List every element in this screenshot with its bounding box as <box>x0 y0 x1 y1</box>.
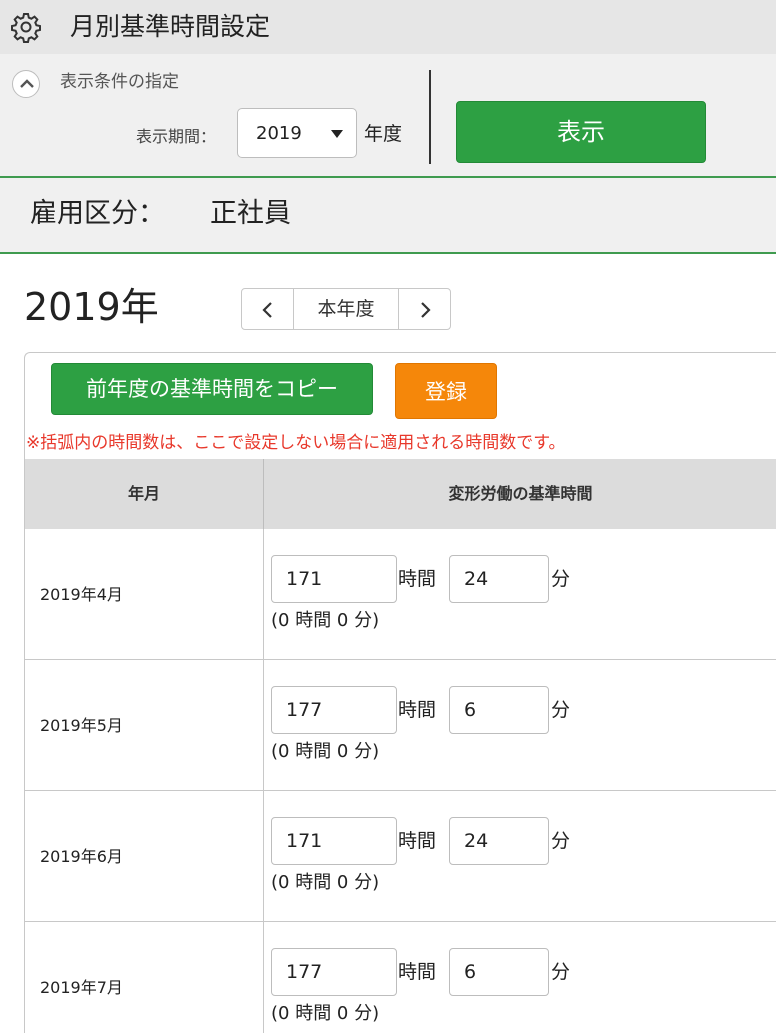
copy-previous-year-button[interactable]: 前年度の基準時間をコピー <box>51 363 373 415</box>
year-navigation: 本年度 <box>241 288 451 330</box>
minutes-input[interactable]: 24 <box>449 817 549 865</box>
title-bar: 月別基準時間設定 <box>0 0 776 54</box>
standard-time-cell: 177 時間 6 分 (0 時間 0 分) <box>263 922 776 1033</box>
dropdown-arrow-icon <box>331 130 343 138</box>
table-row: 2019年4月 171 時間 24 分 (0 時間 0 分) <box>25 529 776 660</box>
default-time-text: (0 時間 0 分) <box>271 1003 380 1024</box>
note-text: ※括弧内の時間数は、ここで設定しない場合に適用される時間数です。 <box>26 433 566 453</box>
header-year-month: 年月 <box>127 484 160 503</box>
employment-value: 正社員 <box>210 198 291 229</box>
table-header: 年月 変形労働の基準時間 <box>25 459 776 529</box>
show-button[interactable]: 表示 <box>456 101 706 163</box>
header-standard-time: 変形労働の基準時間 <box>263 459 776 529</box>
chevron-left-icon <box>262 302 272 318</box>
default-time-text: (0 時間 0 分) <box>271 610 380 631</box>
year-title: 2019年 <box>24 285 159 329</box>
year-select[interactable]: 2019 <box>237 108 357 158</box>
hours-unit-label: 時間 <box>398 961 437 983</box>
month-label: 2019年7月 <box>40 978 123 997</box>
hours-unit-label: 時間 <box>398 568 437 590</box>
period-label: 表示期間： <box>136 127 217 146</box>
month-cell: 2019年7月 <box>25 922 263 1033</box>
minutes-unit-label: 分 <box>551 699 571 721</box>
standard-time-cell: 177 時間 6 分 (0 時間 0 分) <box>263 660 776 790</box>
register-button[interactable]: 登録 <box>395 363 497 419</box>
divider <box>429 70 431 164</box>
year-unit-label: 年度 <box>364 123 403 145</box>
table-row: 2019年7月 177 時間 6 分 (0 時間 0 分) <box>25 922 776 1033</box>
current-year-button[interactable]: 本年度 <box>294 289 398 329</box>
hours-input[interactable]: 171 <box>271 817 397 865</box>
standard-time-cell: 171 時間 24 分 (0 時間 0 分) <box>263 529 776 659</box>
hours-input[interactable]: 177 <box>271 686 397 734</box>
default-time-text: (0 時間 0 分) <box>271 741 380 762</box>
employment-label: 雇用区分： <box>30 198 165 229</box>
minutes-input[interactable]: 6 <box>449 948 549 996</box>
minutes-unit-label: 分 <box>551 568 571 590</box>
standard-time-cell: 171 時間 24 分 (0 時間 0 分) <box>263 791 776 921</box>
default-time-text: (0 時間 0 分) <box>271 872 380 893</box>
month-label: 2019年6月 <box>40 847 123 866</box>
page-title: 月別基準時間設定 <box>70 12 271 41</box>
year-select-value: 2019 <box>256 123 302 144</box>
standard-time-card: 前年度の基準時間をコピー 登録 ※括弧内の時間数は、ここで設定しない場合に適用さ… <box>24 352 776 1033</box>
table-row: 2019年6月 171 時間 24 分 (0 時間 0 分) <box>25 791 776 922</box>
minutes-input[interactable]: 6 <box>449 686 549 734</box>
minutes-unit-label: 分 <box>551 830 571 852</box>
chevron-right-icon <box>421 302 431 318</box>
hours-input[interactable]: 171 <box>271 555 397 603</box>
previous-year-button[interactable] <box>242 289 294 329</box>
gear-icon[interactable] <box>10 11 42 43</box>
table-row: 2019年5月 177 時間 6 分 (0 時間 0 分) <box>25 660 776 791</box>
month-cell: 2019年6月 <box>25 791 263 921</box>
hours-unit-label: 時間 <box>398 699 437 721</box>
chevron-up-icon <box>20 79 34 88</box>
employment-category-bar: 雇用区分： 正社員 <box>0 178 776 254</box>
display-condition-panel: 表示条件の指定 表示期間： 2019 年度 表示 <box>0 54 776 178</box>
next-year-button[interactable] <box>398 289 450 329</box>
condition-section-title: 表示条件の指定 <box>60 72 179 92</box>
month-cell: 2019年5月 <box>25 660 263 790</box>
month-label: 2019年5月 <box>40 716 123 735</box>
minutes-unit-label: 分 <box>551 961 571 983</box>
hours-input[interactable]: 177 <box>271 948 397 996</box>
month-cell: 2019年4月 <box>25 529 263 659</box>
minutes-input[interactable]: 24 <box>449 555 549 603</box>
hours-unit-label: 時間 <box>398 830 437 852</box>
month-label: 2019年4月 <box>40 585 123 604</box>
collapse-toggle[interactable] <box>12 70 40 98</box>
